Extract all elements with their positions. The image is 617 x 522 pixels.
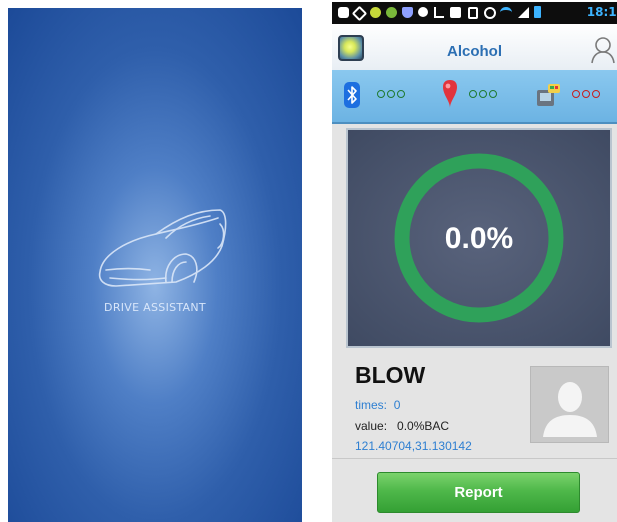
- status-bar: 18:14: [332, 2, 617, 24]
- times-line: times: 0: [355, 398, 400, 412]
- battery-icon: [534, 6, 541, 18]
- device-status-dots: [572, 90, 600, 100]
- page-title: Alcohol: [447, 43, 502, 60]
- value-line: value: 0.0%BAC: [355, 419, 449, 433]
- bluetooth-icon[interactable]: [344, 82, 360, 108]
- splash-title: DRIVE ASSISTANT: [104, 301, 206, 314]
- coordinates: 121.40704,31.130142: [355, 439, 472, 453]
- reading-info: BLOW times: 0 value: 0.0%BAC 121.40704,3…: [332, 356, 617, 456]
- android-icon: [370, 7, 381, 18]
- status-time: 18:14: [586, 5, 617, 19]
- value-value: 0.0%BAC: [397, 419, 450, 433]
- status-dot: [469, 90, 477, 98]
- car-outline-icon: [98, 209, 227, 287]
- android-icon: [386, 7, 397, 18]
- status-dot: [582, 90, 590, 98]
- blow-status: BLOW: [355, 362, 426, 388]
- gauge-value: 0.0%: [444, 222, 514, 255]
- status-dot: [572, 90, 580, 98]
- image-icon: [450, 7, 461, 18]
- title-bar: Alcohol: [332, 24, 617, 70]
- times-value: 0: [393, 398, 401, 412]
- phone-screen: 18:14 Alcohol: [332, 2, 617, 522]
- shield-icon: [402, 7, 413, 18]
- user-icon[interactable]: [591, 36, 615, 64]
- signal-icon: [518, 7, 529, 18]
- times-label: times:: [355, 398, 388, 412]
- alarm-icon: [484, 7, 496, 19]
- status-dot: [489, 90, 497, 98]
- game-icon: [418, 7, 428, 17]
- screenshot-stage: DRIVE ASSISTANT 18:14 Alcohol: [0, 0, 617, 522]
- sync-icon: [351, 5, 368, 22]
- alcohol-gauge-panel: 0.0%: [346, 128, 612, 348]
- wifi-icon: [500, 7, 512, 18]
- location-pin-icon[interactable]: [442, 79, 458, 109]
- person-silhouette-icon: [543, 382, 597, 437]
- report-button[interactable]: Report: [377, 472, 580, 513]
- status-dot: [377, 90, 385, 98]
- status-dot: [479, 90, 487, 98]
- status-dot: [592, 90, 600, 98]
- notification-icon: [338, 7, 349, 18]
- status-dot: [397, 90, 405, 98]
- location-status-dots: [469, 90, 497, 100]
- vibrate-icon: [468, 7, 478, 19]
- status-dot: [387, 90, 395, 98]
- connection-status-bar: [332, 70, 617, 124]
- device-icon[interactable]: [535, 82, 562, 108]
- usb-icon: [434, 7, 444, 18]
- splash-screen: DRIVE ASSISTANT: [8, 8, 302, 522]
- bluetooth-status-dots: [377, 90, 405, 100]
- value-label: value:: [355, 419, 388, 433]
- divider: [332, 458, 617, 459]
- avatar[interactable]: [530, 366, 609, 443]
